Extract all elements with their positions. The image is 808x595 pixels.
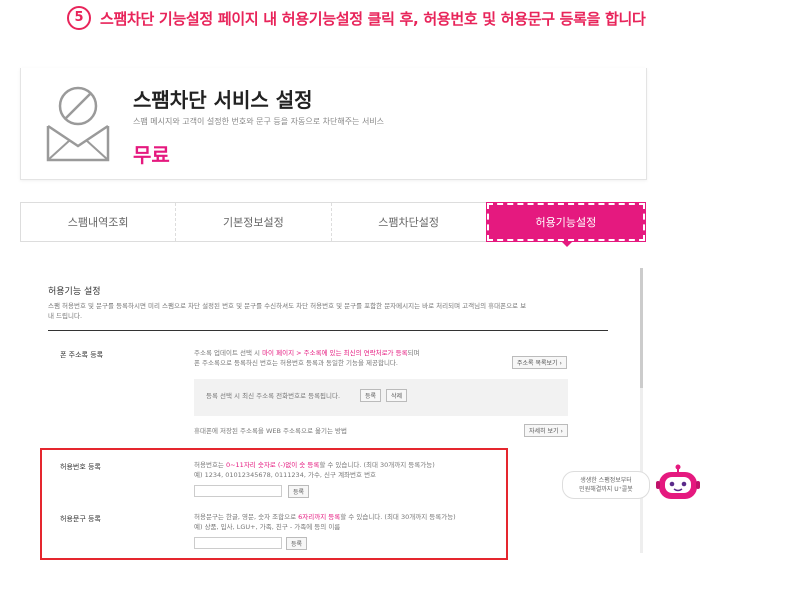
allowed-phrase-text-highlight: 6자리까지 등록 <box>298 513 341 521</box>
step-number-badge: 5 <box>67 6 91 30</box>
address-book-register-text: 등록 선택 시 최신 주소록 전화번호로 등록됩니다. <box>206 392 341 400</box>
address-book-list-button[interactable]: 주소록 목록보기 › <box>512 356 567 369</box>
helper-bubble[interactable]: 생생한 스팸정보부터 민원해결까지 U⁺콜봇 <box>562 471 650 499</box>
address-book-line2: 폰 주소록으로 등록하신 번호는 허용번호 등록과 동일한 기능을 제공합니다. <box>194 359 398 367</box>
settings-description: 스팸 허용번호 및 문구를 등록하시면 미리 스팸으로 차단 설정된 번호 및 … <box>48 301 608 321</box>
settings-title: 허용기능 설정 <box>48 287 101 297</box>
helper-line2: 민원해결까지 U⁺콜봇 <box>579 486 633 493</box>
address-book-line1-pre: 주소록 업데이트 선택 시 <box>194 349 263 357</box>
allowed-phrase-register-button[interactable]: 등록 <box>286 537 308 550</box>
divider <box>48 330 608 331</box>
address-book-line1-highlight: 마이 페이지 > 주소록에 있는 최신의 연락처로가 등록 <box>262 349 408 357</box>
allowed-phrase-label: 허용문구 등록 <box>60 515 101 523</box>
service-description: 스팸 메시지와 고객이 설정한 번호와 문구 등을 자동으로 차단해주는 서비스 <box>133 117 385 126</box>
tab-basic-info[interactable]: 기본정보설정 <box>176 203 332 241</box>
tab-spam-history[interactable]: 스팸내역조회 <box>21 203 177 241</box>
allowed-number-text-highlight: 0~11자리 숫자로 (-)없이 숫 등록 <box>225 461 320 469</box>
web-address-book-detail-label: 자세히 보기 <box>529 428 559 435</box>
address-book-label: 폰 주소록 등록 <box>60 351 104 359</box>
robot-icon[interactable] <box>656 464 700 502</box>
allowed-number-text-pre: 허용번호는 <box>194 461 226 469</box>
settings-description-line2: 내 드립니다. <box>48 312 83 320</box>
address-book-register-button[interactable]: 등록 <box>360 389 382 402</box>
allowed-number-example: 예) 1234, 01012345678, 0111234, 가수, 신구 계좌… <box>194 471 377 479</box>
address-book-line1-post: 되며 <box>407 349 420 357</box>
allowed-phrase-text: 허용문구는 한글, 영문, 숫자 조합으로 6자리까지 등록할 수 있습니다. … <box>194 512 456 522</box>
tab-spam-block[interactable]: 스팸차단설정 <box>332 203 487 241</box>
allowed-phrase-text-pre: 허용문구는 한글, 영문, 숫자 조합으로 <box>194 513 299 521</box>
address-book-line1: 주소록 업데이트 선택 시 마이 페이지 > 주소록에 있는 최신의 연락처로가… <box>194 348 420 358</box>
web-address-book-text: 휴대폰에 저장된 주소록을 WEB 주소록으로 옮기는 방법 <box>194 427 347 435</box>
web-address-book-detail-button[interactable]: 자세히 보기 › <box>524 424 568 437</box>
step-instruction: 스팸차단 기능설정 페이지 내 허용기능설정 클릭 후, 허용번호 및 허용문구… <box>100 10 646 28</box>
helper-line1: 생생한 스팸정보부터 <box>580 477 632 484</box>
allowed-phrase-example: 예) 상품, 입사, LGU+, 가족, 친구 - 가족에 등의 이름 <box>194 523 341 531</box>
address-book-list-button-label: 주소록 목록보기 <box>517 360 558 367</box>
allowed-number-text: 허용번호는 0~11자리 숫자로 (-)없이 숫 등록할 수 있습니다. (최대… <box>194 460 435 470</box>
service-price: 무료 <box>133 143 170 167</box>
allowed-phrase-text-post: 할 수 있습니다. (최대 30개까지 등록가능) <box>340 513 456 521</box>
envelope-blocked-icon <box>46 86 110 162</box>
active-tab-pointer <box>561 241 573 247</box>
allowed-phrase-input[interactable] <box>194 537 282 549</box>
allowed-number-text-post: 할 수 있습니다. (최대 30개까지 등록가능) <box>319 461 435 469</box>
allowed-number-input[interactable] <box>194 485 282 497</box>
allowed-number-register-button[interactable]: 등록 <box>288 485 310 498</box>
address-book-delete-button[interactable]: 삭제 <box>386 389 408 402</box>
settings-tab-bar: 스팸내역조회 기본정보설정 스팸차단설정 허용기능설정 <box>20 202 647 242</box>
chevron-right-icon: › <box>559 360 562 367</box>
scrollbar-thumb[interactable] <box>640 268 643 388</box>
allowed-number-label: 허용번호 등록 <box>60 463 101 471</box>
service-title: 스팸차단 서비스 설정 <box>133 88 313 112</box>
settings-description-line1: 스팸 허용번호 및 문구를 등록하시면 미리 스팸으로 차단 설정된 번호 및 … <box>48 302 527 310</box>
chevron-right-icon: › <box>560 428 563 435</box>
tab-allow-settings[interactable]: 허용기능설정 <box>485 202 647 242</box>
